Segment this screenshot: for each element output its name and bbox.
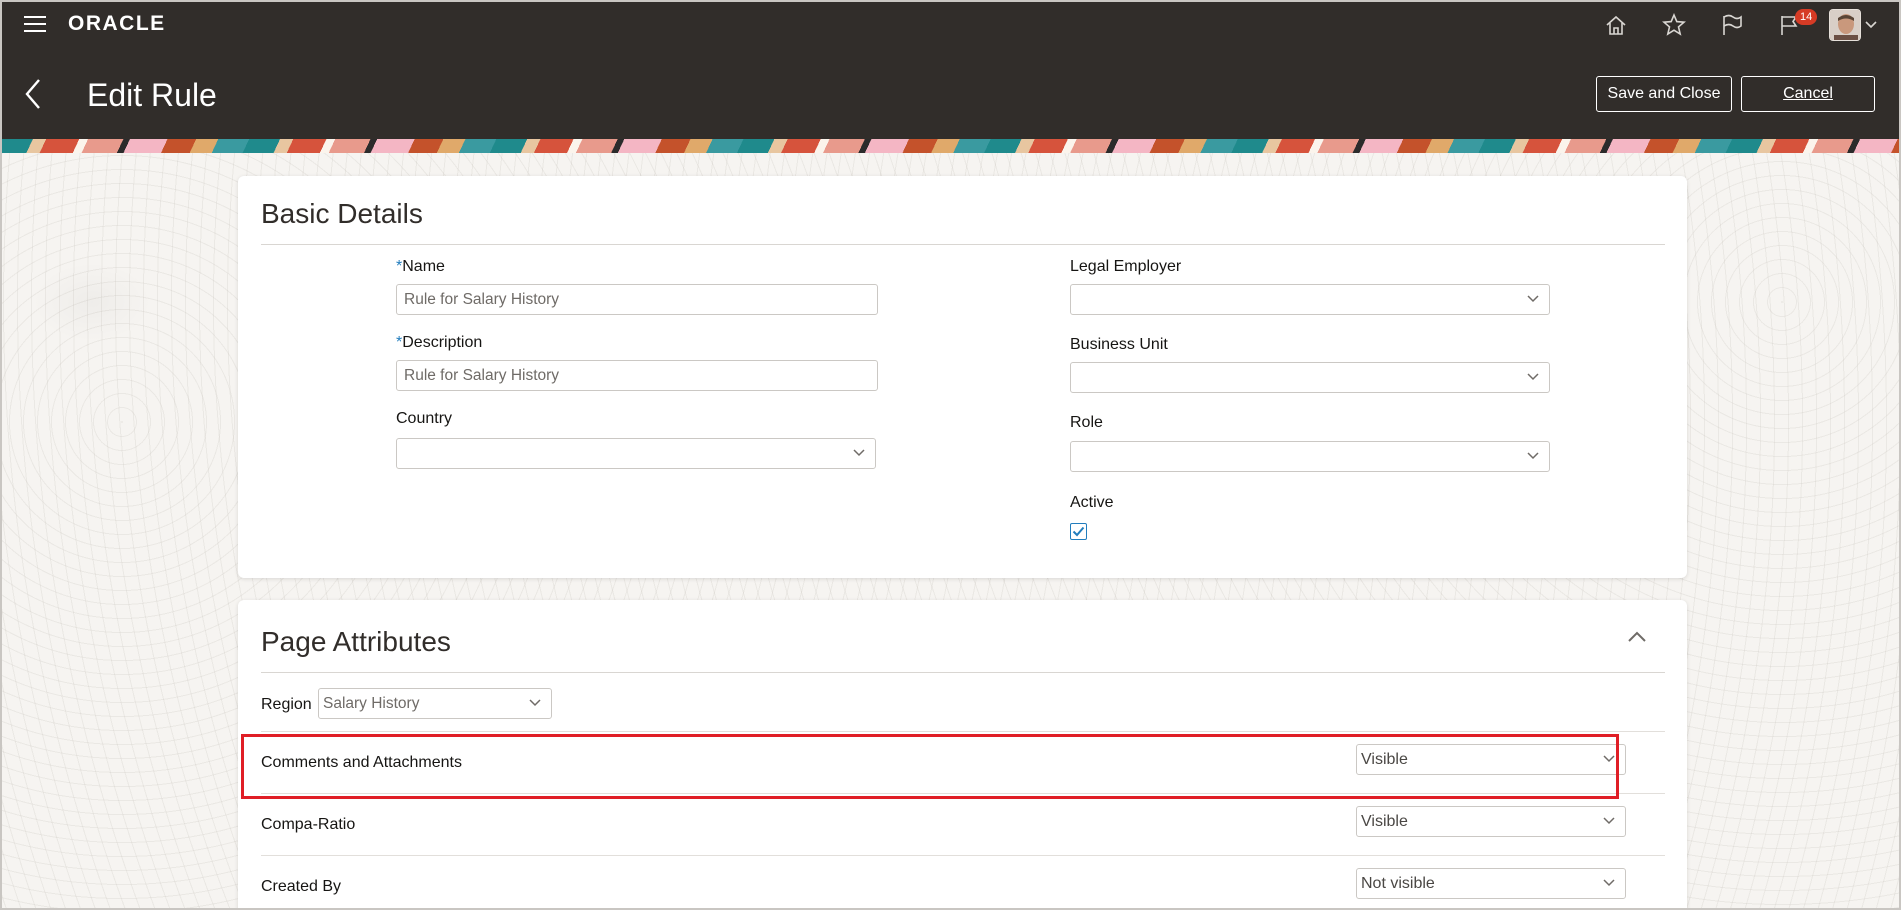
- visibility-select[interactable]: Visible: [1356, 806, 1626, 837]
- cancel-button[interactable]: Cancel: [1741, 76, 1875, 112]
- chevron-down-icon: [1603, 755, 1615, 763]
- chevron-down-icon: [853, 449, 865, 457]
- save-and-close-button[interactable]: Save and Close: [1596, 76, 1732, 112]
- description-field[interactable]: Rule for Salary History: [396, 360, 878, 391]
- global-toolbar: 14: [1587, 8, 1877, 42]
- legal-employer-label: Legal Employer: [1070, 258, 1182, 275]
- chevron-down-icon: [1527, 373, 1539, 381]
- chevron-down-icon: [529, 699, 541, 707]
- global-header: ORACLE 14 Edit Rule Save and Close Cance…: [2, 2, 1899, 139]
- name-field[interactable]: Rule for Salary History: [396, 284, 878, 315]
- chevron-down-icon: [1527, 295, 1539, 303]
- oracle-logo[interactable]: ORACLE: [68, 12, 166, 36]
- attribute-label: Comments and Attachments: [261, 754, 462, 771]
- active-label: Active: [1070, 494, 1114, 511]
- menu-icon[interactable]: [24, 16, 46, 32]
- attribute-row: Compa-Ratio Visible: [261, 793, 1665, 855]
- chevron-down-icon[interactable]: [1865, 21, 1877, 29]
- visibility-select[interactable]: Not visible: [1356, 868, 1626, 899]
- name-label: *Name: [396, 258, 445, 275]
- basic-details-section: Basic Details *Name Rule for Salary Hist…: [238, 176, 1687, 578]
- business-unit-label: Business Unit: [1070, 336, 1168, 353]
- user-avatar[interactable]: [1829, 9, 1861, 41]
- flag-icon[interactable]: [1703, 8, 1761, 42]
- chevron-up-icon: [1628, 631, 1646, 642]
- divider: [261, 672, 1665, 673]
- role-label: Role: [1070, 414, 1103, 431]
- chevron-down-icon: [1603, 817, 1615, 825]
- role-select[interactable]: [1070, 441, 1550, 472]
- notifications-icon[interactable]: 14: [1761, 8, 1819, 42]
- page-attributes-section: Page Attributes Region Salary History Co…: [238, 600, 1687, 908]
- region-label: Region: [261, 696, 312, 713]
- attribute-row: Created By Not visible: [261, 855, 1665, 908]
- description-label: *Description: [396, 334, 483, 351]
- legal-employer-select[interactable]: [1070, 284, 1550, 315]
- chevron-down-icon: [1603, 879, 1615, 887]
- active-checkbox[interactable]: [1070, 523, 1087, 540]
- notification-count-badge: 14: [1795, 9, 1818, 25]
- collapse-section-button[interactable]: [1627, 630, 1647, 648]
- page-title: Edit Rule: [87, 77, 217, 113]
- home-icon[interactable]: [1587, 8, 1645, 42]
- decorative-banner: [2, 139, 1899, 153]
- country-select[interactable]: [396, 438, 876, 469]
- divider: [261, 244, 1665, 245]
- country-label: Country: [396, 410, 453, 427]
- attribute-label: Created By: [261, 878, 342, 895]
- chevron-left-icon: [25, 79, 40, 109]
- visibility-select[interactable]: Visible: [1356, 744, 1626, 775]
- chevron-down-icon: [1527, 452, 1539, 460]
- back-button[interactable]: [24, 78, 42, 115]
- region-select[interactable]: Salary History: [318, 688, 552, 719]
- attribute-label: Compa-Ratio: [261, 816, 356, 833]
- attribute-row: Comments and Attachments Visible: [261, 731, 1665, 793]
- app-window: ORACLE 14 Edit Rule Save and Close Cance…: [0, 0, 1901, 910]
- checkmark-icon: [1072, 526, 1085, 537]
- star-icon[interactable]: [1645, 8, 1703, 42]
- business-unit-select[interactable]: [1070, 362, 1550, 393]
- section-title: Page Attributes: [261, 626, 451, 657]
- section-title: Basic Details: [261, 198, 423, 229]
